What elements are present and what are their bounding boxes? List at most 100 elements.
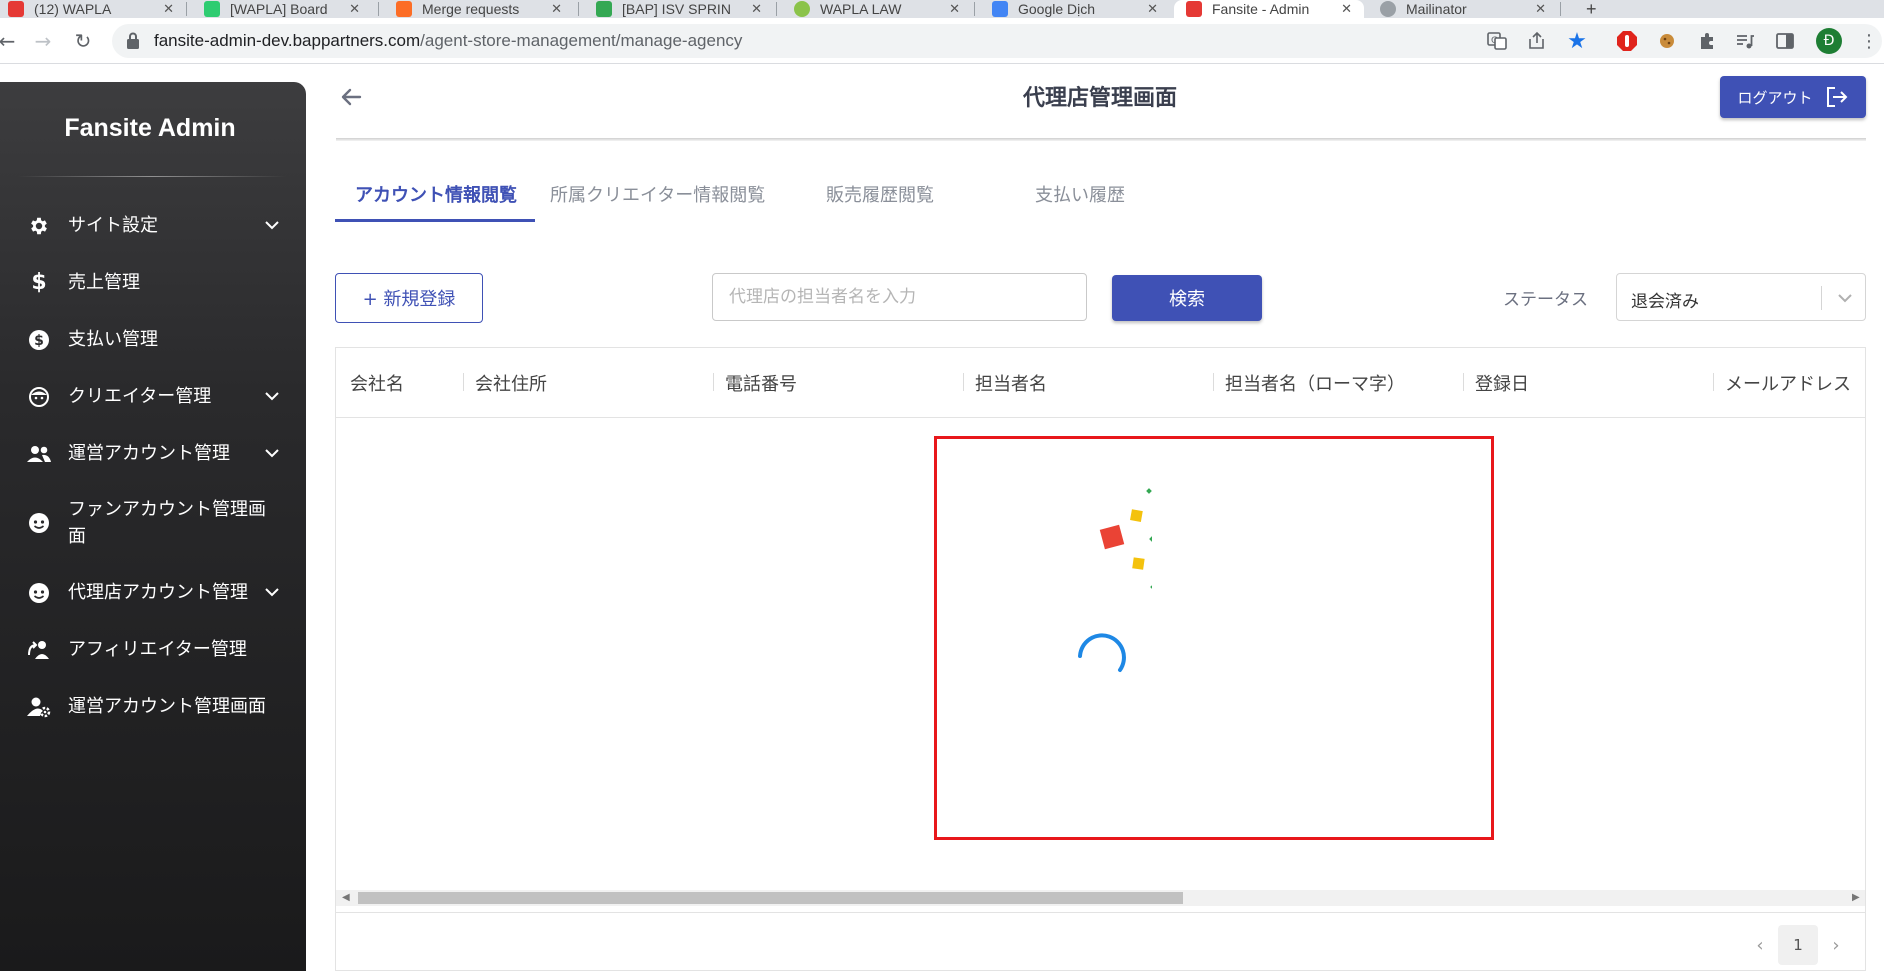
browser-tab-label: [BAP] ISV SPRIN — [622, 1, 731, 17]
chevron-down-icon — [262, 444, 282, 464]
forward-icon[interactable]: → — [30, 28, 56, 54]
gitlab-icon — [396, 1, 412, 17]
search-button[interactable]: 検索 — [1112, 275, 1262, 321]
url-host: fansite-admin-dev.bappartners.com — [154, 31, 421, 50]
pagination-divider — [336, 912, 1865, 913]
bookmark-star-icon[interactable]: ★ — [1566, 29, 1588, 54]
back-arrow-icon[interactable] — [336, 82, 366, 112]
profile-avatar[interactable]: Đ — [1816, 28, 1842, 54]
sidebar-item-site-settings[interactable]: サイト設定 — [26, 212, 282, 239]
loading-dot — [1149, 536, 1152, 542]
tab-favicon-icon — [1186, 1, 1202, 17]
browser-tab-label: Fansite - Admin — [1212, 1, 1310, 17]
column-header-company[interactable]: 会社名 — [350, 370, 404, 396]
close-icon[interactable]: ✕ — [349, 1, 360, 17]
scrollbar-thumb[interactable] — [358, 892, 1183, 904]
logout-icon — [1826, 87, 1847, 107]
sidebar-item-label: ファンアカウント管理画面 — [68, 499, 266, 547]
loading-square — [1099, 524, 1125, 550]
column-header-email[interactable]: メールアドレス — [1725, 370, 1851, 396]
browser-tab[interactable]: Google Dịch ✕ — [980, 0, 1170, 18]
column-divider — [1213, 373, 1214, 391]
scroll-left-icon[interactable]: ◀ — [342, 893, 352, 903]
cookie-icon[interactable] — [1656, 30, 1678, 52]
browser-tab[interactable]: [BAP] ISV SPRIN ✕ — [584, 0, 774, 18]
dollar-icon: $ — [31, 270, 47, 295]
sidebar-item-fan-accounts[interactable]: ファンアカウント管理画面 — [26, 496, 282, 550]
browser-tab[interactable]: Mailinator ✕ — [1368, 0, 1558, 18]
translate-icon — [992, 1, 1008, 17]
close-icon[interactable]: ✕ — [751, 1, 762, 17]
sidebar-item-label: 運営アカウント管理画面 — [68, 696, 266, 717]
more-menu-icon[interactable]: ⋮ — [1858, 30, 1880, 52]
browser-tab-label: WAPLA LAW — [820, 1, 902, 17]
extensions-puzzle-icon[interactable] — [1696, 30, 1718, 52]
column-header-phone[interactable]: 電話番号 — [725, 370, 797, 396]
sidebar-item-affiliates[interactable]: アフィリエイター管理 — [26, 636, 282, 663]
chevron-down-icon — [262, 216, 282, 236]
new-tab-button[interactable]: + — [1574, 0, 1604, 18]
scroll-right-icon[interactable]: ▶ — [1852, 893, 1862, 903]
status-select-value: 退会済み — [1631, 292, 1699, 312]
page-number[interactable]: 1 — [1778, 925, 1818, 965]
loading-dot — [1146, 488, 1152, 494]
side-panel-icon[interactable] — [1774, 30, 1796, 52]
translate-icon[interactable]: G — [1486, 30, 1508, 52]
close-icon[interactable]: ✕ — [163, 1, 174, 17]
new-registration-button[interactable]: + 新規登録 — [335, 273, 483, 323]
column-divider — [1463, 373, 1464, 391]
browser-tab[interactable]: Merge requests ✕ — [384, 0, 574, 18]
people-icon — [26, 441, 52, 467]
loading-square — [1130, 509, 1143, 522]
lock-icon[interactable] — [126, 32, 140, 50]
pagination: ‹ 1 › — [1746, 925, 1856, 965]
status-select[interactable]: 退会済み — [1616, 273, 1866, 321]
svg-text:$: $ — [34, 333, 44, 349]
close-icon[interactable]: ✕ — [1341, 1, 1352, 17]
spinner-icon — [1078, 633, 1126, 672]
sidebar-item-ops-accounts-screen[interactable]: 運営アカウント管理画面 — [26, 693, 282, 720]
logout-button[interactable]: ログアウト — [1720, 76, 1866, 118]
column-header-registered[interactable]: 登録日 — [1475, 370, 1529, 396]
close-icon[interactable]: ✕ — [1147, 1, 1158, 17]
close-icon[interactable]: ✕ — [949, 1, 960, 17]
face-icon — [26, 384, 52, 410]
sidebar-item-payments[interactable]: $ 支払い管理 — [26, 326, 282, 353]
browser-tab[interactable]: (12) WAPLA ✕ — [0, 0, 186, 18]
address-url[interactable]: fansite-admin-dev.bappartners.com/agent-… — [154, 31, 742, 51]
chevron-down-icon[interactable] — [1833, 287, 1857, 309]
sidebar-item-creators[interactable]: クリエイター管理 — [26, 383, 282, 410]
tab-sales-history[interactable]: 販売履歴閲覧 — [826, 178, 934, 222]
reload-icon[interactable]: ↻ — [70, 28, 96, 54]
column-header-address[interactable]: 会社住所 — [475, 370, 547, 396]
sidebar-item-sales[interactable]: $ 売上管理 — [26, 269, 282, 296]
tab-payment-history[interactable]: 支払い履歴 — [1035, 178, 1125, 222]
share-icon[interactable] — [1526, 30, 1548, 52]
search-input[interactable] — [712, 273, 1087, 321]
tab-favicon-icon — [204, 1, 220, 17]
media-queue-icon[interactable] — [1734, 30, 1756, 52]
adblock-icon[interactable] — [1616, 30, 1638, 52]
column-divider — [713, 373, 714, 391]
url-path: /agent-store-management/manage-agency — [420, 31, 743, 50]
browser-tab[interactable]: WAPLA LAW ✕ — [782, 0, 972, 18]
column-divider — [463, 373, 464, 391]
chevron-left-icon[interactable]: ‹ — [1746, 935, 1774, 956]
close-icon[interactable]: ✕ — [551, 1, 562, 17]
chevron-right-icon[interactable]: › — [1822, 935, 1850, 956]
loading-dot — [1150, 584, 1152, 590]
browser-tab-active[interactable]: Fansite - Admin ✕ — [1174, 0, 1364, 18]
browser-tab-label: Merge requests — [422, 1, 520, 17]
browser-tab[interactable]: [WAPLA] Board ✕ — [192, 0, 372, 18]
back-icon[interactable]: ← — [0, 28, 20, 54]
tab-creators-info[interactable]: 所属クリエイター情報閲覧 — [550, 178, 765, 222]
column-header-contact-romaji[interactable]: 担当者名（ローマ字） — [1225, 370, 1405, 396]
horizontal-scrollbar[interactable]: ◀ ▶ — [336, 890, 1865, 906]
close-icon[interactable]: ✕ — [1535, 1, 1546, 17]
sidebar-item-agency-accounts[interactable]: 代理店アカウント管理 — [26, 579, 282, 606]
browser-tab-label: Google Dịch — [1018, 1, 1096, 17]
sidebar-item-ops-accounts[interactable]: 運営アカウント管理 — [26, 440, 282, 467]
column-header-contact[interactable]: 担当者名 — [975, 370, 1047, 396]
sidebar-item-label: クリエイター管理 — [68, 386, 212, 407]
tab-account-info[interactable]: アカウント情報閲覧 — [335, 178, 535, 222]
